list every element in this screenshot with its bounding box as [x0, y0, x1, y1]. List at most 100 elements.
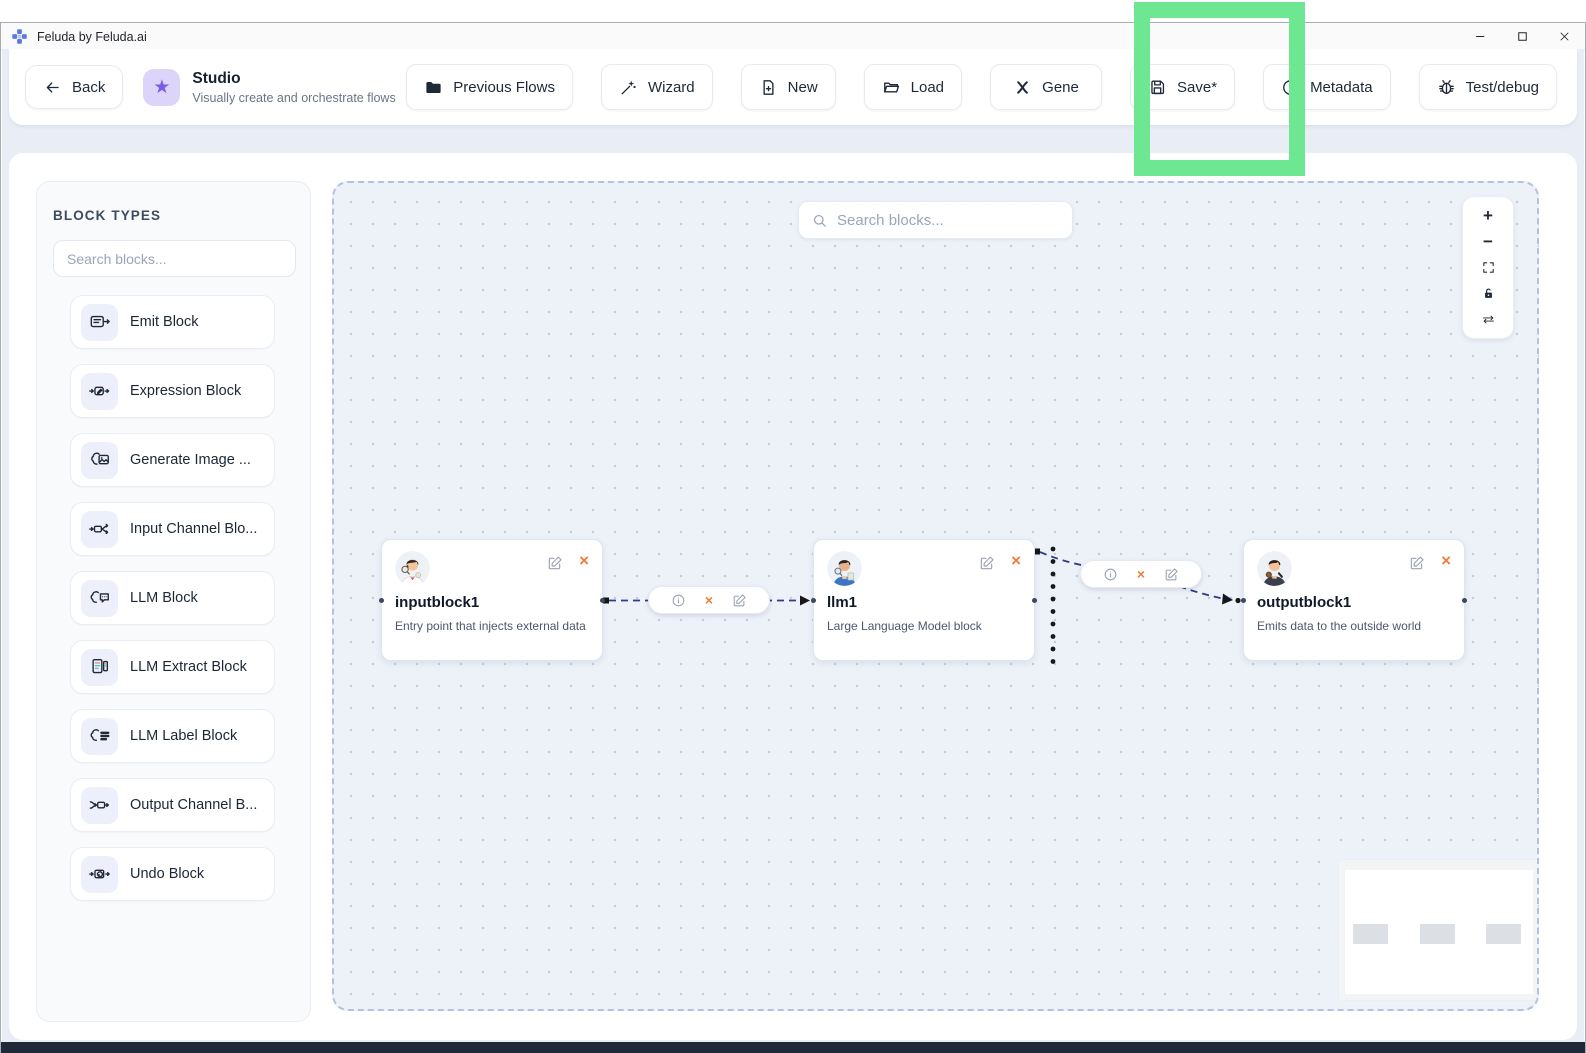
metadata-button[interactable]: Metadata	[1263, 64, 1391, 110]
edge2-toolbar: ×	[1080, 560, 1202, 588]
back-button[interactable]: Back	[25, 65, 124, 109]
maximize-button[interactable]	[1501, 23, 1543, 50]
sidebar-item-undo-block[interactable]: Undo Block	[70, 847, 275, 901]
save-icon	[1151, 79, 1165, 94]
sidebar-title: BLOCK TYPES	[53, 208, 162, 223]
edge-delete-icon[interactable]: ×	[705, 593, 713, 607]
button-label: Gene	[1042, 78, 1079, 96]
generate-button[interactable]: Gene	[990, 64, 1103, 110]
canvas-search-input[interactable]	[837, 211, 1047, 229]
sidebar-item-emit-block[interactable]: Emit Block	[70, 295, 275, 349]
minimap[interactable]	[1339, 860, 1537, 1000]
delete-node-icon[interactable]: ×	[579, 552, 589, 569]
node-output-handle[interactable]	[600, 598, 605, 603]
llm-extract-icon	[81, 648, 118, 686]
zoom-in-button[interactable]: +	[1470, 204, 1506, 227]
node-outputblock1[interactable]: × outputblock1 Emits data to the outside…	[1241, 539, 1467, 661]
wizard-button[interactable]: Wizard	[600, 64, 713, 110]
content-panel: BLOCK TYPES Emit Block Expression Block	[9, 153, 1577, 1040]
minimap-node	[1420, 924, 1455, 944]
block-label: Generate Image ...	[130, 452, 251, 468]
info-icon	[1283, 79, 1298, 95]
previous-flows-button[interactable]: Previous Flows	[406, 64, 573, 110]
node-input-handle[interactable]	[379, 598, 384, 603]
sidebar-item-llm-extract-block[interactable]: LLM Extract Block	[70, 640, 275, 694]
block-label: Input Channel Blo...	[130, 521, 258, 537]
node-llm1[interactable]: × llm1 Large Language Model block	[811, 539, 1037, 661]
input-channel-icon	[81, 510, 118, 548]
zoom-out-button[interactable]: −	[1470, 230, 1506, 253]
sidebar-item-output-channel-block[interactable]: Output Channel B...	[70, 778, 275, 832]
node-inputblock1[interactable]: × inputblock1 Entry point that injects e…	[379, 539, 605, 661]
sidebar-item-llm-block[interactable]: LLM Block	[70, 571, 275, 625]
sidebar-item-input-channel-block[interactable]: Input Channel Blo...	[70, 502, 275, 556]
save-button[interactable]: Save*	[1130, 64, 1236, 110]
minimap-node	[1486, 924, 1521, 944]
block-label: LLM Label Block	[130, 728, 238, 744]
node-description: Emits data to the outside world	[1257, 619, 1422, 633]
back-arrow-icon	[46, 81, 59, 93]
window-controls	[1459, 23, 1585, 50]
load-button[interactable]: Load	[863, 64, 963, 110]
window-title: Feluda by Feluda.ai	[37, 29, 147, 44]
button-label: Metadata	[1310, 78, 1373, 96]
test-debug-button[interactable]: Test/debug	[1418, 64, 1557, 110]
close-button[interactable]	[1543, 23, 1585, 50]
canvas-controls: + −	[1462, 196, 1514, 339]
emit-icon	[81, 303, 118, 341]
sidebar-search-input[interactable]	[53, 240, 296, 277]
file-plus-icon	[763, 79, 774, 95]
edit-node-icon[interactable]	[1409, 555, 1425, 576]
block-types-sidebar: BLOCK TYPES Emit Block Expression Block	[36, 181, 311, 1022]
edge-delete-icon[interactable]: ×	[1137, 567, 1145, 581]
window-bottom-edge	[1, 1042, 1585, 1053]
edge1-arrowhead	[800, 595, 810, 606]
toolbar-actions: Previous Flows Wizard New Load Gene Save…	[406, 64, 1557, 110]
node-description: Large Language Model block	[827, 619, 982, 633]
avatar	[827, 551, 862, 586]
edge-info-icon[interactable]	[1103, 567, 1118, 582]
block-label: Expression Block	[130, 383, 242, 399]
edge-edit-icon[interactable]	[732, 593, 747, 608]
undo-icon	[81, 855, 118, 893]
edge2-arrowhead	[1222, 593, 1233, 605]
button-label: Wizard	[647, 78, 695, 96]
search-icon	[813, 214, 826, 227]
fit-view-button[interactable]	[1470, 256, 1506, 279]
block-type-list: Emit Block Expression Block Generate Ima…	[53, 295, 294, 901]
toolbar: Back ★ Studio Visually create and orches…	[9, 49, 1577, 125]
avatar	[395, 551, 430, 586]
swap-direction-button[interactable]	[1470, 308, 1506, 331]
studio-star-icon: ★	[143, 68, 181, 106]
minimize-button[interactable]	[1459, 23, 1501, 50]
canvas-search	[798, 201, 1073, 239]
fit-view-icon	[1482, 262, 1494, 273]
edge-info-icon[interactable]	[671, 593, 686, 608]
titlebar: Feluda by Feluda.ai	[1, 23, 1585, 51]
edit-node-icon[interactable]	[979, 555, 995, 576]
generate-icon	[1017, 80, 1029, 94]
minimap-node	[1353, 924, 1388, 944]
sidebar-item-llm-label-block[interactable]: LLM Label Block	[70, 709, 275, 763]
node-output-handle[interactable]	[1462, 598, 1467, 603]
sidebar-item-generate-image-block[interactable]: Generate Image ...	[70, 433, 275, 487]
edge1-toolbar: ×	[648, 586, 770, 614]
edge-edit-icon[interactable]	[1164, 567, 1179, 582]
button-label: New	[787, 78, 818, 96]
sidebar-item-expression-block[interactable]: Expression Block	[70, 364, 275, 418]
lock-button[interactable]	[1470, 282, 1506, 305]
node-input-handle[interactable]	[1241, 598, 1246, 603]
delete-node-icon[interactable]: ×	[1441, 552, 1451, 569]
node-output-handle[interactable]	[1032, 598, 1037, 603]
page-title: Studio	[192, 69, 241, 87]
flow-canvas[interactable]: + −	[332, 181, 1539, 1011]
studio-heading: Studio Visually create and orchestrate f…	[192, 70, 395, 105]
swap-arrows-icon	[1482, 315, 1494, 324]
delete-node-icon[interactable]: ×	[1011, 552, 1021, 569]
new-button[interactable]: New	[740, 64, 836, 110]
node-input-handle[interactable]	[811, 598, 816, 603]
block-label: Emit Block	[130, 314, 199, 330]
edit-node-icon[interactable]	[547, 555, 563, 576]
avatar	[1257, 551, 1292, 586]
feluda-logo-icon	[12, 29, 27, 44]
